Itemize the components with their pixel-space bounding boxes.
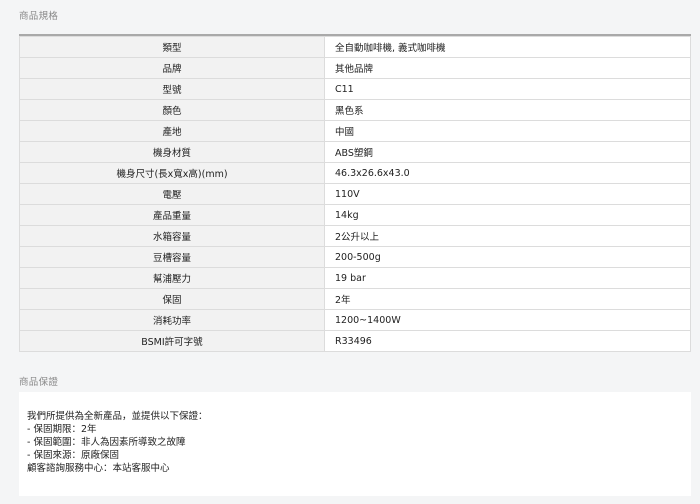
table-row: BSMI許可字號 R33496: [19, 330, 691, 352]
product-detail-page: 商品規格 類型 全自動咖啡機, 義式咖啡機 品牌 其他品牌 型號 C11 顏色 …: [0, 0, 700, 504]
spec-label: BSMI許可字號: [19, 330, 325, 352]
spec-value: 200-500g: [324, 246, 691, 268]
table-row: 幫浦壓力 19 bar: [19, 267, 691, 289]
spec-value: 19 bar: [324, 267, 691, 289]
spec-label: 產地: [19, 120, 325, 142]
table-row: 豆槽容量 200-500g: [19, 246, 691, 268]
spec-label: 幫浦壓力: [19, 267, 325, 289]
spec-value: 2年: [324, 288, 691, 310]
spec-value: C11: [324, 78, 691, 100]
spec-label: 產品重量: [19, 204, 325, 226]
table-row: 消耗功率 1200~1400W: [19, 309, 691, 331]
spec-value: 中國: [324, 120, 691, 142]
spec-value: 46.3x26.6x43.0: [324, 162, 691, 184]
table-row: 保固 2年: [19, 288, 691, 310]
spec-value: 14kg: [324, 204, 691, 226]
spec-value: R33496: [324, 330, 691, 352]
table-row: 品牌 其他品牌: [19, 57, 691, 79]
spec-label: 消耗功率: [19, 309, 325, 331]
spec-value: 2公升以上: [324, 225, 691, 247]
table-row: 型號 C11: [19, 78, 691, 100]
spec-table: 類型 全自動咖啡機, 義式咖啡機 品牌 其他品牌 型號 C11 顏色 黑色系 產…: [19, 36, 691, 352]
warranty-line: - 保固來源：原廠保固: [27, 450, 119, 461]
table-row: 顏色 黑色系: [19, 99, 691, 121]
spec-value: 其他品牌: [324, 57, 691, 79]
warranty-line: 顧客諮詢服務中心：本站客服中心: [27, 463, 170, 474]
table-row: 水箱容量 2公升以上: [19, 225, 691, 247]
spec-label: 型號: [19, 78, 325, 100]
spec-label: 機身尺寸(長x寬x高)(mm): [19, 162, 325, 184]
spec-label: 水箱容量: [19, 225, 325, 247]
table-row: 電壓 110V: [19, 183, 691, 205]
spec-label: 保固: [19, 288, 325, 310]
warranty-line: - 保固範圍：非人為因素所導致之故障: [27, 437, 186, 448]
spec-table-container: 類型 全自動咖啡機, 義式咖啡機 品牌 其他品牌 型號 C11 顏色 黑色系 產…: [19, 34, 691, 352]
table-row: 機身尺寸(長x寬x高)(mm) 46.3x26.6x43.0: [19, 162, 691, 184]
spec-label: 類型: [19, 36, 325, 58]
spec-label: 豆槽容量: [19, 246, 325, 268]
table-row: 機身材質 ABS塑鋼: [19, 141, 691, 163]
warranty-line: - 保固期限：2年: [27, 424, 97, 435]
table-row: 產地 中國: [19, 120, 691, 142]
spec-section-title: 商品規格: [19, 11, 59, 22]
spec-value: 全自動咖啡機, 義式咖啡機: [324, 36, 691, 58]
warranty-content: 我們所提供為全新產品，並提供以下保證： - 保固期限：2年 - 保固範圍：非人為…: [19, 392, 691, 496]
table-row: 類型 全自動咖啡機, 義式咖啡機: [19, 36, 691, 58]
spec-label: 電壓: [19, 183, 325, 205]
spec-value: 1200~1400W: [324, 309, 691, 331]
warranty-line: 我們所提供為全新產品，並提供以下保證：: [27, 411, 208, 422]
spec-label: 機身材質: [19, 141, 325, 163]
spec-label: 顏色: [19, 99, 325, 121]
spec-value: 黑色系: [324, 99, 691, 121]
spec-value: ABS塑鋼: [324, 141, 691, 163]
spec-label: 品牌: [19, 57, 325, 79]
table-row: 產品重量 14kg: [19, 204, 691, 226]
spec-value: 110V: [324, 183, 691, 205]
warranty-section-title: 商品保證: [19, 377, 59, 388]
